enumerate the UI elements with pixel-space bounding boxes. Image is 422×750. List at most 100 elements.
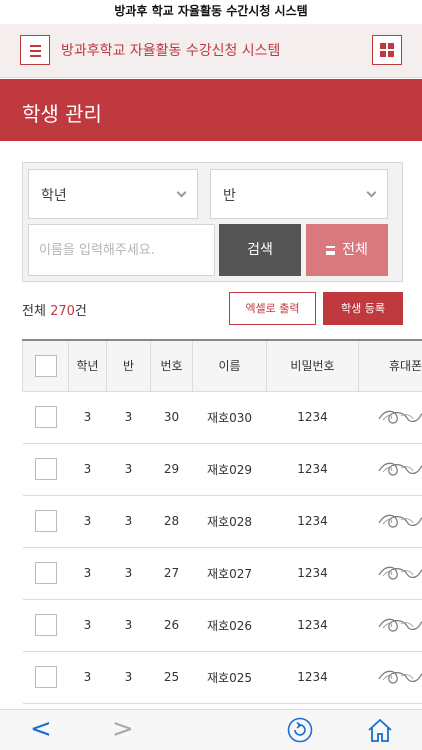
show-all-label: 전체	[342, 242, 368, 258]
cell-number: 28	[150, 495, 193, 548]
row-checkbox[interactable]	[34, 614, 57, 636]
cell-number: 27	[150, 547, 193, 600]
cell-phone	[358, 599, 422, 652]
back-button[interactable]: <	[30, 714, 52, 744]
row-select-cell[interactable]	[22, 495, 69, 548]
table-row[interactable]: 3 3 26 재호026 1234	[22, 599, 422, 652]
phone-scribble-image	[377, 514, 422, 528]
row-select-cell[interactable]	[22, 391, 69, 444]
cell-password: 1234	[266, 443, 359, 496]
row-checkbox[interactable]	[34, 666, 57, 688]
cell-class: 3	[106, 495, 151, 548]
phone-scribble-image	[377, 462, 422, 476]
column-header: 비밀번호	[266, 339, 359, 392]
column-header: 휴대폰	[358, 339, 422, 392]
page-title: 학생 관리	[22, 102, 102, 126]
forward-button[interactable]: >	[112, 714, 134, 744]
table-row[interactable]: 3 3 27 재호027 1234	[22, 547, 422, 600]
row-select-cell[interactable]	[22, 651, 69, 704]
student-table-container[interactable]: 학년 반 번호 이름 비밀번호 휴대폰 3 3 30 재호030 1234 3 3 29 재호0…	[22, 339, 422, 709]
total-count-suffix: 건	[74, 304, 87, 319]
cell-phone	[358, 495, 422, 548]
cell-password: 1234	[266, 547, 359, 600]
grade-select-label: 학년	[41, 188, 67, 204]
table-row[interactable]: 3 3 25 재호025 1234	[22, 651, 422, 704]
cell-class: 3	[106, 443, 151, 496]
cell-number: 30	[150, 391, 193, 444]
cell-grade: 3	[68, 443, 107, 496]
row-checkbox[interactable]	[34, 562, 57, 584]
column-header: 반	[106, 339, 151, 392]
cell-password: 1234	[266, 495, 359, 548]
cell-phone	[358, 651, 422, 704]
search-panel: 학년 반 검색 전체	[22, 162, 403, 282]
cell-name: 재호029	[192, 443, 267, 496]
search-button[interactable]: 검색	[219, 224, 301, 276]
phone-scribble-image	[377, 618, 422, 632]
menu-button[interactable]	[20, 35, 50, 65]
cell-grade: 3	[68, 599, 107, 652]
cell-name: 재호026	[192, 599, 267, 652]
cell-grade: 3	[68, 651, 107, 704]
cell-phone	[358, 443, 422, 496]
cell-password: 1234	[266, 651, 359, 704]
phone-scribble-image	[377, 566, 422, 580]
column-header: 이름	[192, 339, 267, 392]
cell-name: 재호030	[192, 391, 267, 444]
grade-select[interactable]: 학년	[28, 169, 198, 219]
cell-class: 3	[106, 599, 151, 652]
name-search-input[interactable]	[28, 224, 215, 276]
table-row[interactable]: 3 3 28 재호028 1234	[22, 495, 422, 548]
row-select-cell[interactable]	[22, 547, 69, 600]
table-row[interactable]: 3 3 29 재호029 1234	[22, 443, 422, 496]
row-checkbox[interactable]	[34, 458, 57, 480]
cell-grade: 3	[68, 547, 107, 600]
cell-name: 재호027	[192, 547, 267, 600]
column-header: 학년	[68, 339, 107, 392]
cell-password: 1234	[266, 391, 359, 444]
student-register-button[interactable]: 학생 등록	[323, 292, 403, 325]
app-header: 방과후학교 자율활동 수강신청 시스템	[0, 24, 422, 78]
total-count-prefix: 전체	[22, 304, 51, 319]
app-title-bar: 방과후 학교 자율활동 수간시청 시스템	[0, 0, 422, 24]
total-count: 전체 270건	[22, 300, 87, 319]
grid-menu-button[interactable]	[372, 35, 402, 65]
phone-scribble-image	[377, 670, 422, 684]
table-row[interactable]: 3 3 30 재호030 1234	[22, 391, 422, 444]
show-all-button[interactable]: 전체	[306, 224, 388, 276]
cell-grade: 3	[68, 391, 107, 444]
list-icon	[326, 246, 336, 255]
cell-name: 재호028	[192, 495, 267, 548]
search-button-label: 검색	[247, 242, 273, 258]
cell-grade: 3	[68, 495, 107, 548]
cell-class: 3	[106, 547, 151, 600]
total-count-number: 270	[50, 304, 75, 319]
select-all-checkbox[interactable]	[34, 354, 57, 377]
class-select-label: 반	[223, 188, 236, 204]
cell-class: 3	[106, 391, 151, 444]
row-checkbox[interactable]	[34, 406, 57, 428]
cell-number: 26	[150, 599, 193, 652]
row-select-cell[interactable]	[22, 599, 69, 652]
row-checkbox[interactable]	[34, 510, 57, 532]
header-title: 방과후학교 자율활동 수강신청 시스템	[61, 43, 281, 59]
chevron-down-icon	[366, 187, 377, 198]
student-table: 학년 반 번호 이름 비밀번호 휴대폰 3 3 30 재호030 1234 3 3 29 재호0…	[22, 339, 422, 704]
column-header: 번호	[150, 339, 193, 392]
phone-scribble-image	[377, 410, 422, 424]
chevron-down-icon	[176, 187, 187, 198]
class-select[interactable]: 반	[210, 169, 388, 219]
cell-number: 25	[150, 651, 193, 704]
table-header-row: 학년 반 번호 이름 비밀번호 휴대폰	[22, 339, 422, 392]
cell-password: 1234	[266, 599, 359, 652]
browser-toolbar: < >	[0, 709, 422, 750]
page-banner: 학생 관리	[0, 79, 422, 141]
refresh-icon[interactable]	[287, 717, 313, 743]
select-all-cell[interactable]	[22, 339, 69, 392]
excel-export-button[interactable]: 엑셀로 출력	[229, 292, 316, 325]
cell-number: 29	[150, 443, 193, 496]
cell-phone	[358, 547, 422, 600]
row-select-cell[interactable]	[22, 443, 69, 496]
cell-phone	[358, 391, 422, 444]
home-icon[interactable]	[366, 716, 394, 744]
